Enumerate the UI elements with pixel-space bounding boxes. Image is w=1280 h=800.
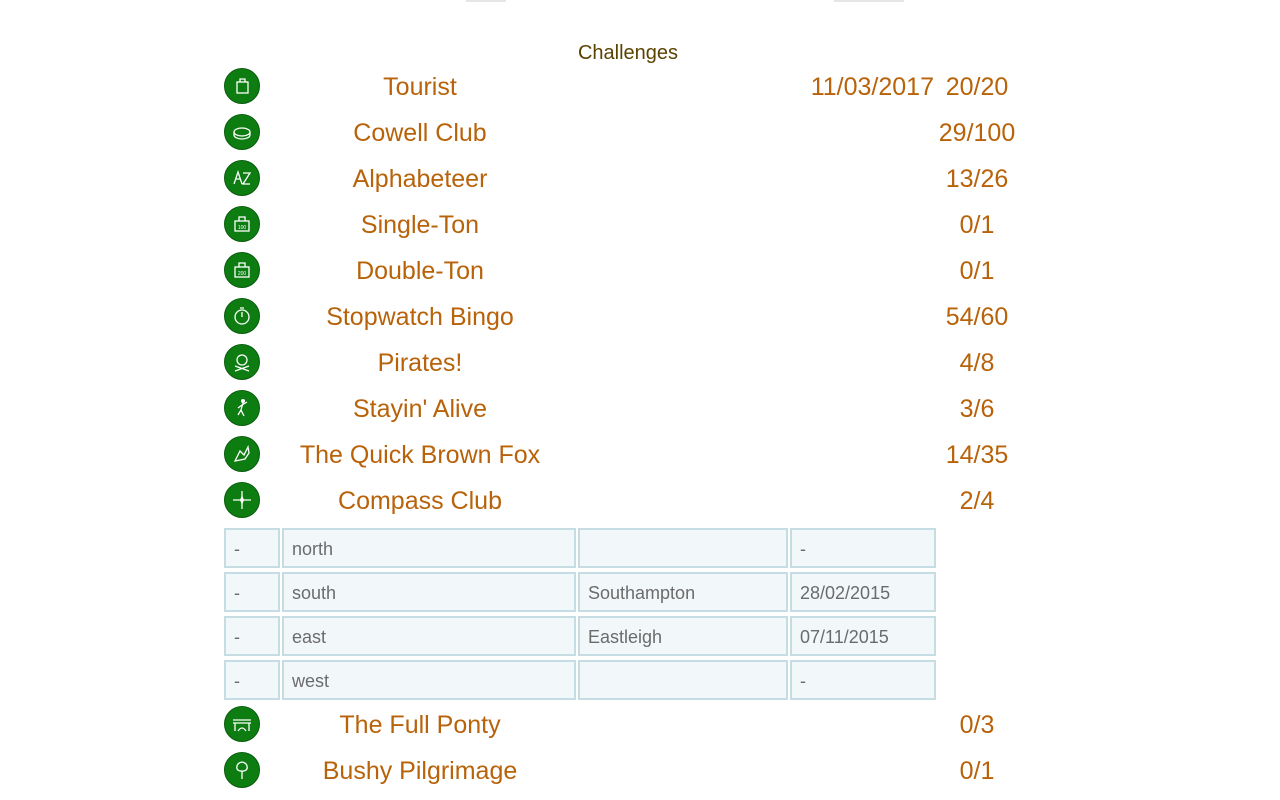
- challenge-name[interactable]: Alphabeteer: [280, 165, 560, 194]
- challenge-row: Pirates! 4/8: [224, 342, 1024, 388]
- detail-direction: south: [282, 572, 576, 612]
- challenge-name[interactable]: Pirates!: [280, 349, 560, 378]
- challenge-row: Tourist 11/03/2017 20/20: [224, 66, 1024, 112]
- bushy-pilgrimage-icon: [224, 752, 260, 788]
- challenge-row: The Quick Brown Fox 14/35: [224, 434, 1024, 480]
- challenge-name[interactable]: Compass Club: [280, 487, 560, 516]
- quick-brown-fox-icon: [224, 436, 260, 472]
- challenge-score: 0/1: [959, 757, 995, 785]
- challenge-name[interactable]: Stayin' Alive: [280, 395, 560, 424]
- detail-status: -: [224, 616, 280, 656]
- challenge-name[interactable]: Bushy Pilgrimage: [280, 757, 560, 786]
- challenge-name[interactable]: Double-Ton: [280, 257, 560, 286]
- challenge-score: 0/1: [959, 257, 995, 285]
- detail-event: Southampton: [578, 572, 788, 612]
- challenge-row: Stopwatch Bingo 54/60: [224, 296, 1024, 342]
- compass-club-details-table: - north - - south Southampton 28/02/2015- east E…: [224, 526, 1024, 704]
- challenge-score: 54/60: [945, 303, 1009, 331]
- detail-date: -: [790, 660, 936, 700]
- detail-event: [578, 528, 788, 568]
- pirates-icon: [224, 344, 260, 380]
- challenge-score: 20/20: [945, 73, 1009, 101]
- challenges-list: Tourist 11/03/2017 20/20 Cowell Club 29/100 A…: [224, 66, 1024, 796]
- challenge-name[interactable]: Single-Ton: [280, 211, 560, 240]
- challenge-row: Alphabeteer 13/26: [224, 158, 1024, 204]
- challenge-row: 200 Double-Ton 0/1: [224, 250, 1024, 296]
- challenge-date: 11/03/2017: [810, 73, 934, 101]
- challenge-row: The Full Ponty 0/3: [224, 704, 1024, 750]
- challenge-name[interactable]: The Full Ponty: [280, 711, 560, 740]
- challenge-score: 4/8: [959, 349, 995, 377]
- stayin-alive-icon: [224, 390, 260, 426]
- challenge-score: 2/4: [959, 487, 995, 515]
- detail-date: 28/02/2015: [790, 572, 936, 612]
- challenge-name[interactable]: Cowell Club: [280, 119, 560, 148]
- challenge-row: Stayin' Alive 3/6: [224, 388, 1024, 434]
- detail-direction: north: [282, 528, 576, 568]
- challenge-name[interactable]: Stopwatch Bingo: [280, 303, 560, 332]
- detail-date: -: [790, 528, 936, 568]
- svg-text:100: 100: [238, 225, 247, 231]
- detail-event: Eastleigh: [578, 616, 788, 656]
- challenge-score: 0/3: [959, 711, 995, 739]
- challenge-score: 14/35: [945, 441, 1009, 469]
- cutoff-fragment: [834, 0, 904, 2]
- challenge-score: 0/1: [959, 211, 995, 239]
- svg-text:200: 200: [238, 271, 247, 277]
- tourist-icon: [224, 68, 260, 104]
- single-ton-icon: 100: [224, 206, 260, 242]
- detail-date: 07/11/2015: [790, 616, 936, 656]
- challenge-score: 3/6: [959, 395, 995, 423]
- detail-direction: east: [282, 616, 576, 656]
- stopwatch-bingo-icon: [224, 298, 260, 334]
- detail-status: -: [224, 660, 280, 700]
- detail-status: -: [224, 528, 280, 568]
- alphabeteer-icon: [224, 160, 260, 196]
- page-title: Challenges: [577, 42, 679, 64]
- full-ponty-icon: [224, 706, 260, 742]
- detail-event: [578, 660, 788, 700]
- detail-direction: west: [282, 660, 576, 700]
- compass-club-icon: [224, 482, 260, 518]
- challenge-name[interactable]: The Quick Brown Fox: [280, 441, 560, 470]
- challenge-name[interactable]: Tourist: [280, 73, 560, 102]
- challenge-row: Cowell Club 29/100: [224, 112, 1024, 158]
- challenge-row: Bushy Pilgrimage 0/1: [224, 750, 1024, 796]
- detail-status: -: [224, 572, 280, 612]
- challenge-score: 29/100: [938, 119, 1016, 147]
- top-cutoff-fragments: [0, 0, 1280, 6]
- cowell-club-icon: [224, 114, 260, 150]
- cutoff-fragment: [466, 0, 506, 2]
- double-ton-icon: 200: [224, 252, 260, 288]
- challenge-row: 100 Single-Ton 0/1: [224, 204, 1024, 250]
- challenge-score: 13/26: [945, 165, 1009, 193]
- challenge-row: Compass Club 2/4: [224, 480, 1024, 526]
